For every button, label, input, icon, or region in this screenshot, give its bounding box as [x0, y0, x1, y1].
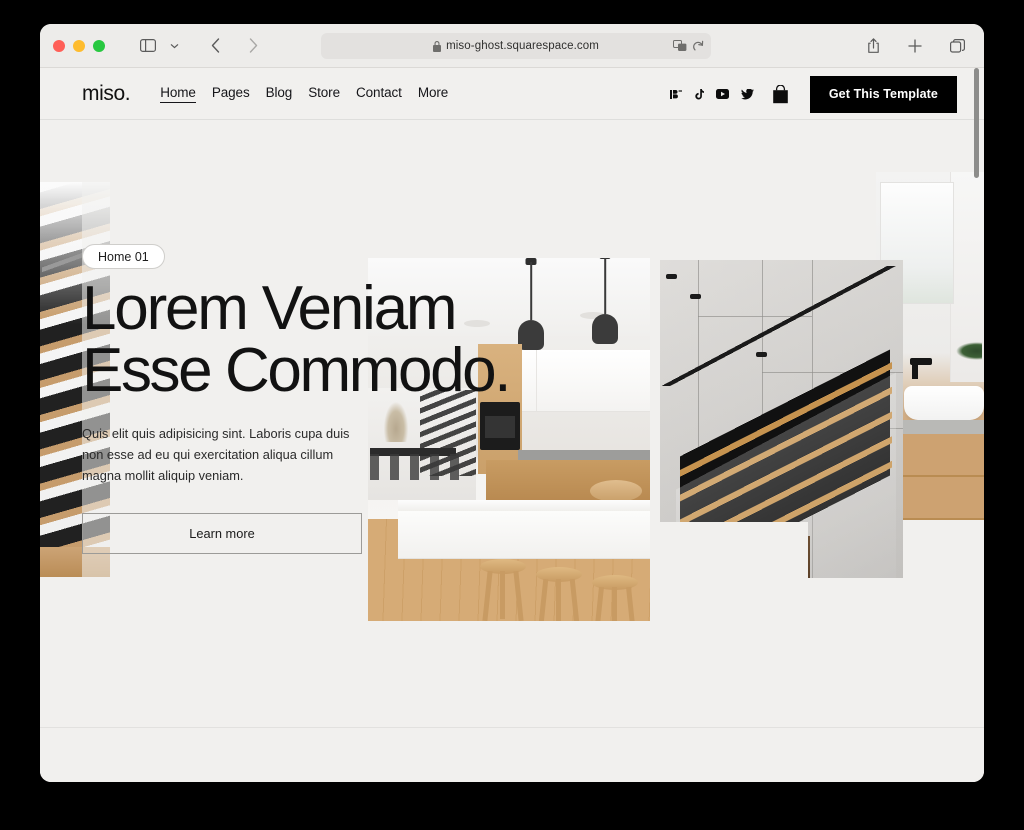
sidebar-controls	[135, 34, 180, 58]
kitchen-bowl	[590, 480, 642, 502]
youtube-icon[interactable]	[715, 89, 729, 99]
learn-more-button[interactable]: Learn more	[82, 512, 362, 554]
url-text: miso-ghost.squarespace.com	[446, 40, 599, 52]
forward-icon[interactable]	[240, 34, 266, 58]
close-window-button[interactable]	[53, 39, 65, 52]
minimize-window-button[interactable]	[73, 39, 85, 52]
nav-item-store[interactable]: Store	[308, 85, 340, 102]
hero-title: Lorem Veniam Esse Commodo.	[82, 278, 582, 402]
tab-overview-icon[interactable]	[944, 34, 970, 58]
social-links	[669, 88, 754, 100]
hero-title-line-2: Esse Commodo.	[82, 336, 511, 405]
behance-icon[interactable]	[669, 89, 682, 100]
traffic-lights	[53, 39, 105, 52]
back-icon[interactable]	[202, 34, 228, 58]
browser-toolbar: miso-ghost.squarespace.com	[40, 24, 984, 68]
maximize-window-button[interactable]	[93, 39, 105, 52]
pendant-light-2	[592, 258, 618, 356]
site-header: miso. Home Pages Blog Store Contact More	[40, 68, 984, 120]
address-bar[interactable]: miso-ghost.squarespace.com	[321, 33, 711, 59]
lock-icon	[433, 40, 442, 52]
bathroom-faucet	[910, 358, 932, 379]
shopping-bag-icon[interactable]	[772, 84, 789, 104]
toolbar-right-actions	[860, 24, 970, 68]
translate-icon[interactable]	[673, 40, 687, 52]
nav-item-blog[interactable]: Blog	[266, 85, 293, 102]
image-staircase-right	[660, 260, 903, 578]
header-actions: Get This Template	[669, 68, 957, 120]
scrollbar-thumb[interactable]	[974, 68, 979, 178]
hero-notch	[660, 522, 808, 578]
nav-item-contact[interactable]: Contact	[356, 85, 402, 102]
nav-item-more[interactable]: More	[418, 85, 448, 102]
page-viewport: miso. Home Pages Blog Store Contact More	[40, 68, 984, 782]
new-tab-icon[interactable]	[902, 34, 928, 58]
browser-window: miso-ghost.squarespace.com miso. Home Pa…	[40, 24, 984, 782]
address-bar-actions	[673, 33, 704, 59]
tiktok-icon[interactable]	[694, 88, 704, 100]
nav-item-home[interactable]: Home	[160, 85, 196, 103]
navigation-arrows	[202, 34, 266, 58]
site-logo[interactable]: miso.	[82, 82, 131, 106]
bar-stool-2	[536, 547, 582, 621]
get-this-template-button[interactable]: Get This Template	[809, 75, 957, 113]
hero-paragraph: Quis elit quis adipisicing sint. Laboris…	[82, 426, 350, 483]
main-navigation: Home Pages Blog Store Contact More	[160, 85, 448, 103]
hero-title-line-1: Lorem Veniam	[82, 274, 458, 343]
share-icon[interactable]	[860, 34, 886, 58]
hero-section: Home 01 Lorem Veniam Esse Commodo. Quis …	[40, 120, 984, 728]
page-scrollbar[interactable]	[971, 68, 982, 782]
sidebar-icon[interactable]	[135, 34, 161, 58]
bar-stool-3	[592, 551, 638, 621]
hero-badge: Home 01	[82, 244, 165, 269]
reload-icon[interactable]	[692, 40, 704, 52]
chevron-down-icon[interactable]	[168, 34, 180, 58]
next-section	[40, 728, 984, 782]
twitter-icon[interactable]	[740, 88, 754, 100]
nav-item-pages[interactable]: Pages	[212, 85, 250, 102]
hero-copy: Home 01 Lorem Veniam Esse Commodo. Quis …	[82, 120, 582, 554]
